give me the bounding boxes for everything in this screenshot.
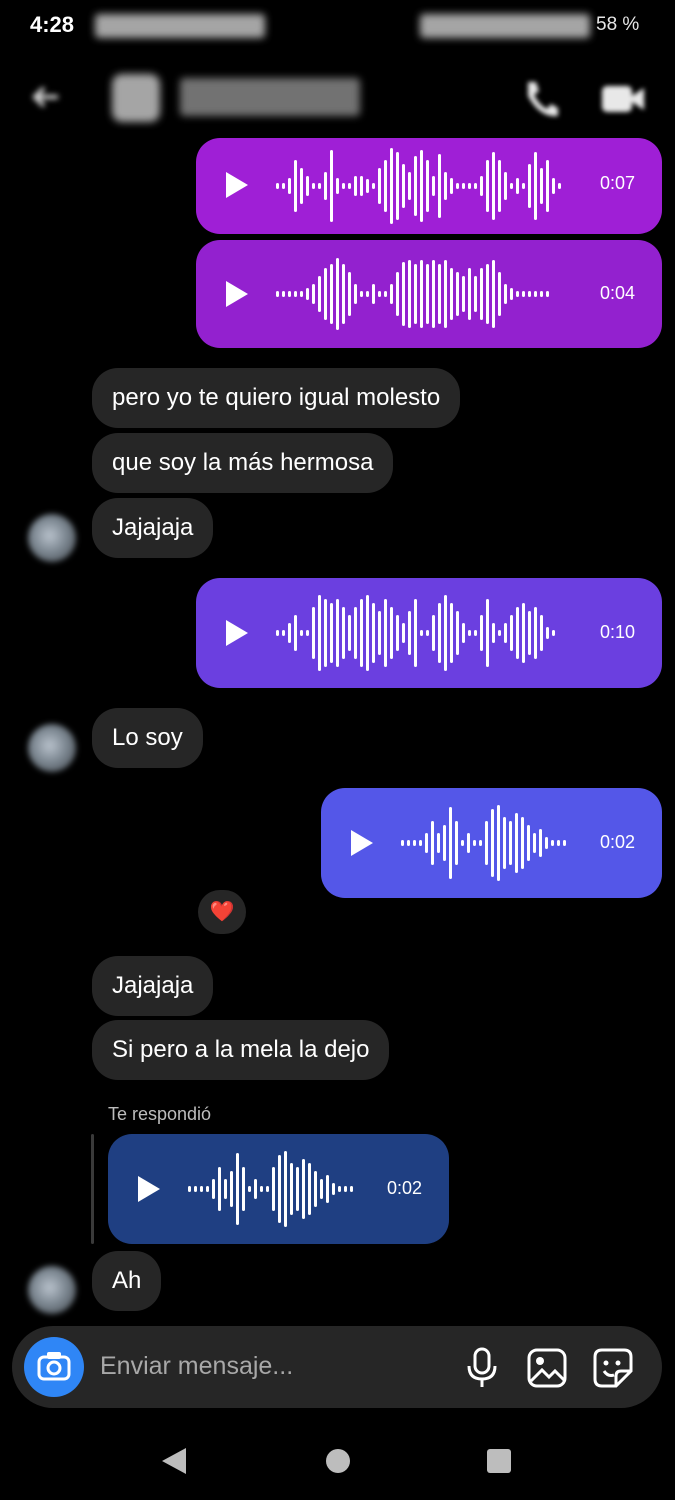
waveform bbox=[276, 595, 555, 671]
heart-icon: ❤️ bbox=[209, 901, 235, 923]
status-time: 4:28 bbox=[30, 12, 75, 37]
message-incoming[interactable]: pero yo te quiero igual molesto bbox=[92, 368, 461, 428]
signal-icons-blurred bbox=[420, 14, 590, 38]
reply-label: Te respondió bbox=[108, 1104, 212, 1124]
system-nav-bar bbox=[0, 1420, 675, 1500]
voice-duration: 0:02 bbox=[387, 1178, 423, 1198]
voice-duration: 0:02 bbox=[600, 832, 636, 852]
voice-message-outgoing[interactable]: 0:04 bbox=[196, 240, 662, 348]
message-input[interactable]: Enviar mensaje... bbox=[100, 1352, 293, 1381]
back-nav-icon[interactable] bbox=[160, 1446, 190, 1476]
voice-duration: 0:07 bbox=[600, 173, 636, 193]
video-icon[interactable] bbox=[598, 78, 648, 118]
voice-duration: 0:04 bbox=[600, 283, 636, 303]
message-incoming[interactable]: que soy la más hermosa bbox=[92, 433, 394, 493]
sender-avatar[interactable] bbox=[28, 514, 76, 562]
waveform bbox=[276, 258, 549, 330]
waveform bbox=[188, 1151, 353, 1227]
sender-avatar[interactable] bbox=[28, 724, 76, 772]
reply-indicator-line bbox=[91, 1134, 94, 1244]
camera-icon bbox=[37, 1352, 71, 1381]
back-arrow-icon[interactable] bbox=[28, 82, 68, 112]
reaction-badge[interactable]: ❤️ bbox=[198, 890, 246, 934]
voice-message-outgoing[interactable]: 0:10 bbox=[196, 578, 662, 688]
play-icon[interactable] bbox=[226, 172, 248, 198]
message-incoming[interactable]: Si pero a la mela la dejo bbox=[92, 1020, 390, 1080]
gallery-icon[interactable] bbox=[526, 1347, 568, 1389]
sticker-icon[interactable] bbox=[592, 1347, 634, 1389]
voice-message-reply[interactable]: 0:02 bbox=[108, 1134, 449, 1244]
microphone-icon[interactable] bbox=[462, 1346, 502, 1390]
home-nav-icon[interactable] bbox=[326, 1449, 350, 1473]
camera-button[interactable] bbox=[24, 1337, 84, 1397]
status-bar: 4:28 58 % bbox=[0, 0, 675, 52]
chat-header bbox=[0, 60, 675, 140]
status-icons-blurred bbox=[95, 14, 265, 38]
battery-level: 58 % bbox=[596, 14, 640, 35]
play-icon[interactable] bbox=[351, 830, 373, 856]
message-incoming[interactable]: Jajajaja bbox=[92, 956, 214, 1016]
recents-nav-icon[interactable] bbox=[487, 1449, 511, 1473]
waveform bbox=[401, 805, 566, 881]
waveform bbox=[276, 148, 561, 224]
voice-duration: 0:10 bbox=[600, 622, 636, 642]
contact-name-blurred[interactable] bbox=[180, 78, 360, 116]
voice-message-outgoing[interactable]: 0:02 bbox=[321, 788, 662, 898]
message-incoming[interactable]: Jajajaja bbox=[92, 498, 214, 558]
phone-icon[interactable] bbox=[520, 76, 560, 120]
play-icon[interactable] bbox=[226, 281, 248, 307]
voice-message-outgoing[interactable]: 0:07 bbox=[196, 138, 662, 234]
message-incoming[interactable]: Ah bbox=[92, 1251, 162, 1311]
message-incoming[interactable]: Lo soy bbox=[92, 708, 203, 768]
play-icon[interactable] bbox=[138, 1176, 160, 1202]
sender-avatar[interactable] bbox=[28, 1266, 76, 1314]
contact-avatar-blurred[interactable] bbox=[112, 74, 160, 122]
play-icon[interactable] bbox=[226, 620, 248, 646]
